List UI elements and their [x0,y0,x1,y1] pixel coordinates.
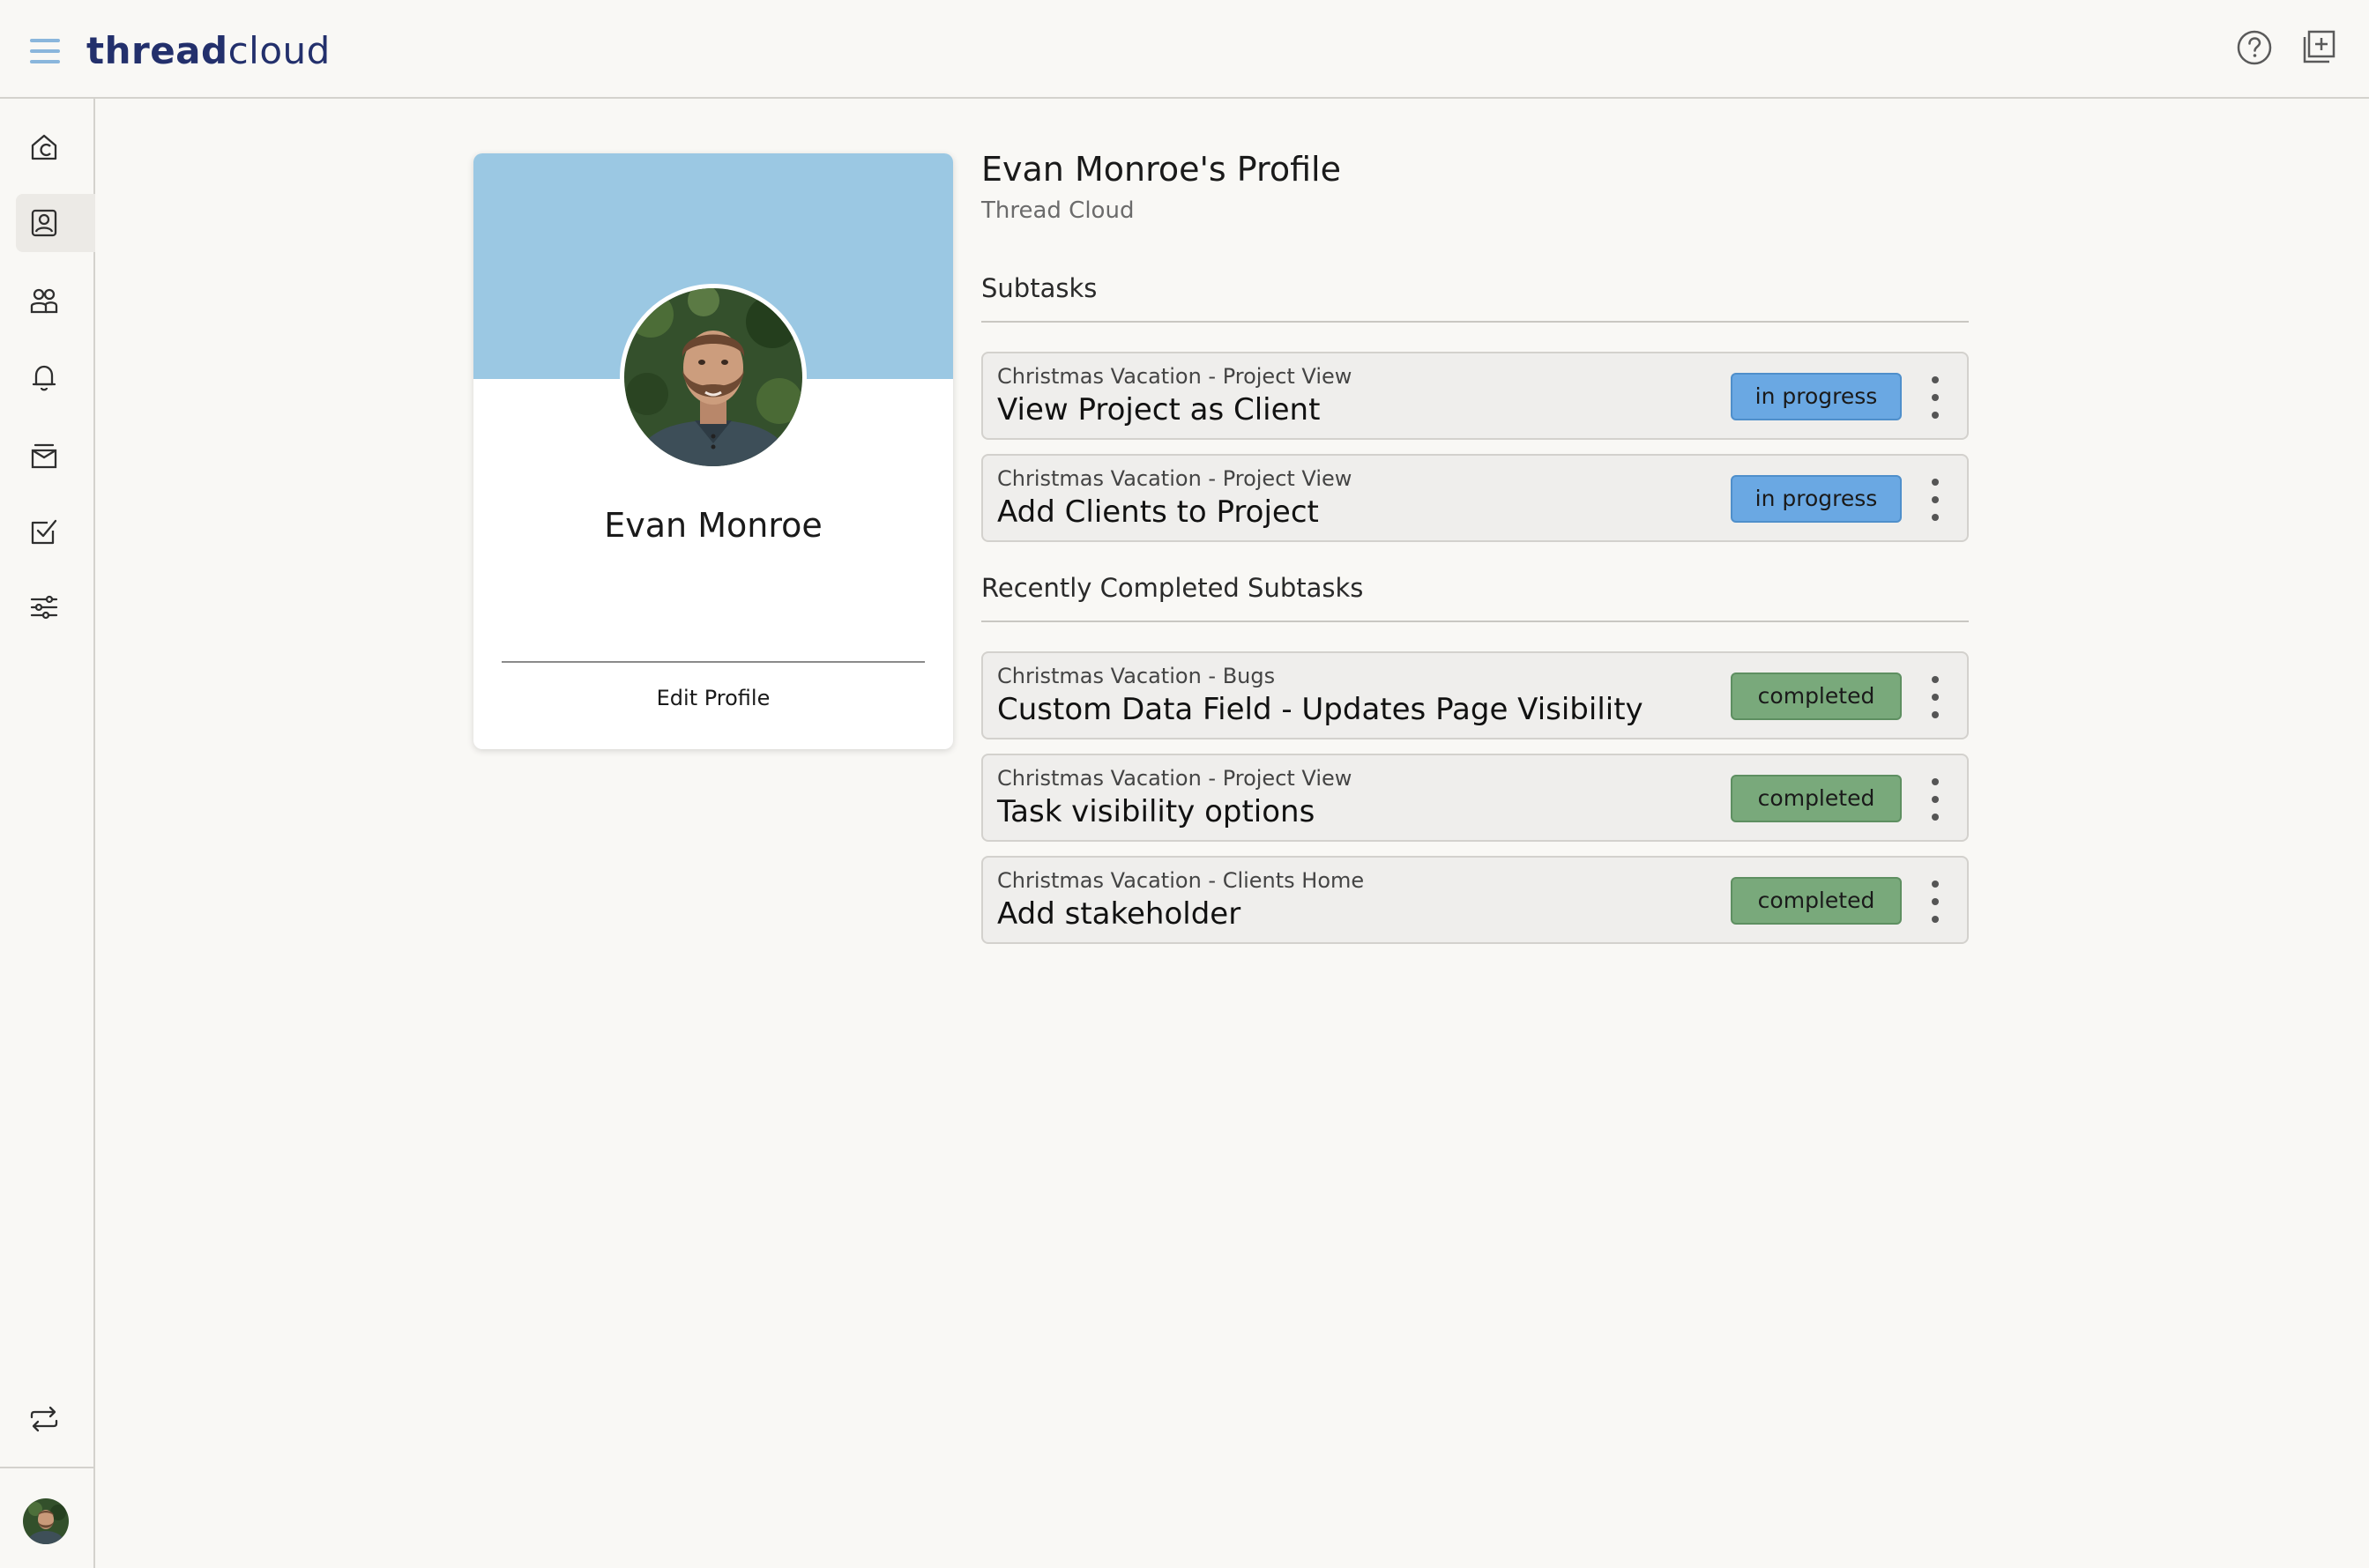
profile-card: Evan Monroe Edit Profile [473,153,953,749]
more-options-icon[interactable] [1918,673,1953,722]
left-sidebar [0,99,95,1568]
user-avatar[interactable] [23,1498,69,1544]
subtasks-divider [981,321,1969,323]
status-badge[interactable]: completed [1731,877,1902,925]
profile-card-name: Evan Monroe [604,506,823,545]
completed-divider [981,621,1969,622]
hamburger-menu-icon[interactable] [30,39,60,63]
task-context: Christmas Vacation - Project View [997,766,1352,791]
sidebar-item-tasks[interactable] [16,502,95,561]
task-context: Christmas Vacation - Project View [997,364,1352,389]
task-context: Christmas Vacation - Bugs [997,664,1276,688]
more-options-icon[interactable] [1918,475,1953,524]
more-options-icon[interactable] [1918,877,1953,926]
completed-row[interactable]: Christmas Vacation - Bugs Custom Data Fi… [981,651,1969,739]
home-icon [31,134,57,160]
sidebar-item-clients[interactable] [16,271,95,330]
sidebar-item-settings[interactable] [16,578,95,636]
more-options-icon[interactable] [1918,775,1953,824]
sidebar-item-home[interactable] [16,118,95,176]
edit-profile-button[interactable]: Edit Profile [473,686,953,710]
completed-row[interactable]: Christmas Vacation - Project View Task v… [981,754,1969,842]
logo-bold-text: thread [86,29,228,72]
task-context: Christmas Vacation - Project View [997,466,1352,491]
sidebar-item-notifications[interactable] [16,348,95,406]
task-title: Add Clients to Project [997,494,1319,530]
profile-icon [31,209,57,237]
page-title: Evan Monroe's Profile [981,150,1341,189]
completed-heading: Recently Completed Subtasks [981,573,1364,603]
completed-row[interactable]: Christmas Vacation - Clients Home Add st… [981,856,1969,944]
help-icon[interactable] [2235,28,2274,67]
more-options-icon[interactable] [1918,373,1953,422]
status-badge[interactable]: in progress [1731,373,1902,420]
card-divider [502,661,925,663]
task-title: Task visibility options [997,794,1315,829]
clients-icon [30,288,58,314]
profile-photo [620,284,807,471]
sidebar-item-inbox[interactable] [16,427,95,485]
top-header: threadcloud [0,0,2369,99]
subtask-row[interactable]: Christmas Vacation - Project View Add Cl… [981,454,1969,542]
app-logo[interactable]: threadcloud [86,26,331,76]
status-badge[interactable]: completed [1731,673,1902,720]
sidebar-item-switch[interactable] [16,1390,95,1448]
add-page-icon[interactable] [2299,28,2338,67]
task-title: Custom Data Field - Updates Page Visibil… [997,692,1643,727]
status-badge[interactable]: in progress [1731,475,1902,523]
switch-icon [30,1406,58,1432]
task-context: Christmas Vacation - Clients Home [997,868,1365,893]
page-subtitle-org: Thread Cloud [981,197,1135,224]
logo-light-text: cloud [227,29,331,72]
sidebar-divider [0,1467,93,1468]
status-badge[interactable]: completed [1731,775,1902,822]
subtasks-heading: Subtasks [981,273,1098,303]
inbox-icon [31,443,57,469]
bell-icon [32,365,56,391]
subtask-row[interactable]: Christmas Vacation - Project View View P… [981,352,1969,440]
task-title: View Project as Client [997,392,1321,427]
task-title: Add stakeholder [997,896,1241,932]
settings-sliders-icon [30,595,58,620]
tasks-icon [31,519,57,545]
sidebar-item-profile[interactable] [16,194,95,252]
